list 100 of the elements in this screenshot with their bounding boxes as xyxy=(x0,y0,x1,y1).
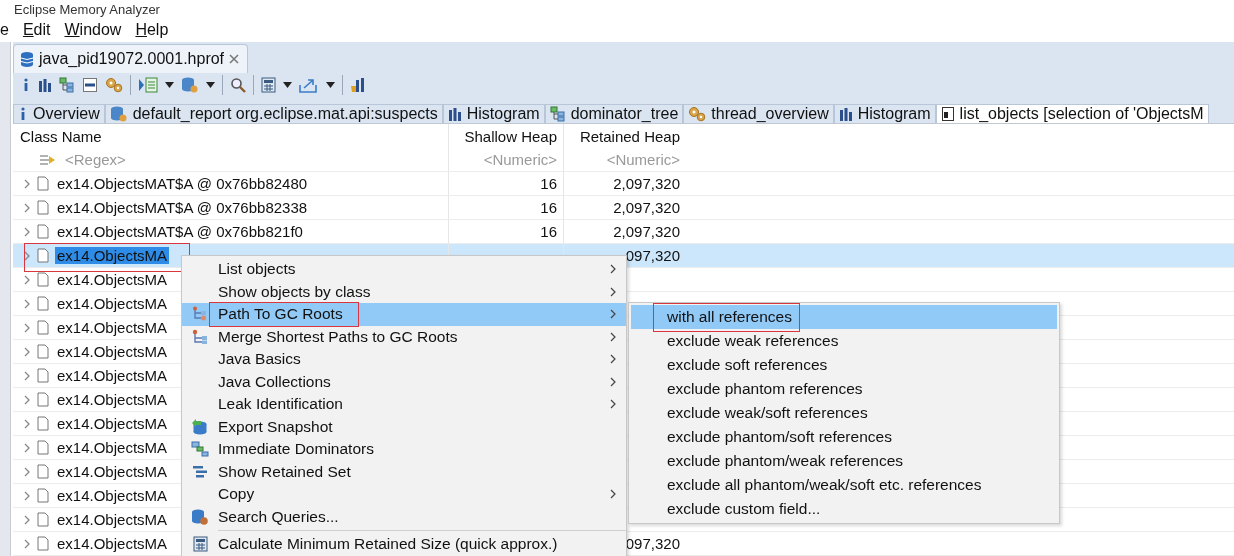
object-name[interactable]: ex14.ObjectsMA xyxy=(55,247,170,264)
object-name[interactable]: ex14.ObjectsMA xyxy=(55,439,170,456)
object-name[interactable]: ex14.ObjectsMA xyxy=(55,487,170,504)
caret-icon[interactable] xyxy=(206,82,215,88)
file-icon xyxy=(37,200,49,215)
menu-item[interactable]: Leak Identification xyxy=(182,393,626,416)
file-icon xyxy=(37,296,49,311)
result-tab[interactable]: default_report org.eclipse.mat.api:suspects xyxy=(104,104,443,123)
list-icon[interactable] xyxy=(138,77,158,93)
result-tab[interactable]: Histogram xyxy=(442,104,545,123)
menu-item[interactable]: exclude phantom/weak references xyxy=(631,449,1057,473)
menu-item[interactable]: Immediate Dominators xyxy=(182,438,626,461)
gears-icon xyxy=(105,77,123,93)
file-icon xyxy=(37,176,49,191)
table-cell: 2,097,320 xyxy=(613,175,680,192)
database-icon xyxy=(20,50,34,68)
file-icon xyxy=(37,512,49,527)
object-name[interactable]: ex14.ObjectsMAT$A @ 0x76bb82338 xyxy=(55,199,310,216)
menu-item[interactable]: exclude weak/soft references xyxy=(631,401,1057,425)
object-name[interactable]: ex14.ObjectsMA xyxy=(55,511,170,528)
object-name[interactable]: ex14.ObjectsMAT$A @ 0x76bb82480 xyxy=(55,175,310,192)
menu-item[interactable]: exclude phantom references xyxy=(631,377,1057,401)
bar-chart-icon xyxy=(38,78,52,92)
file-icon xyxy=(37,224,49,239)
menu-item[interactable]: Window xyxy=(64,21,122,39)
file-icon xyxy=(37,416,49,431)
object-name[interactable]: ex14.ObjectsMA xyxy=(55,319,170,336)
menu-item[interactable]: Java Basics xyxy=(182,348,626,371)
menu-item[interactable]: e xyxy=(0,21,9,39)
menu-item[interactable]: with all references xyxy=(631,305,1057,329)
window-title: Eclipse Memory Analyzer xyxy=(14,1,160,17)
document-icon xyxy=(940,106,955,122)
object-name[interactable]: ex14.ObjectsMA xyxy=(55,415,170,432)
object-name[interactable]: ex14.ObjectsMA xyxy=(55,535,170,552)
file-icon xyxy=(37,320,49,335)
stacked-bars-icon xyxy=(192,464,208,479)
tree-icon xyxy=(59,77,75,93)
menu-item[interactable]: Show objects by class xyxy=(182,280,626,303)
file-icon xyxy=(37,368,49,383)
menu-item[interactable]: exclude soft references xyxy=(631,353,1057,377)
export-arrow-icon[interactable] xyxy=(299,77,319,93)
table-cell: 16 xyxy=(540,223,557,240)
menu-item[interactable]: Show Retained Set xyxy=(182,460,626,483)
object-name[interactable]: ex14.ObjectsMA xyxy=(55,463,170,480)
database-gear-icon xyxy=(109,105,128,123)
file-icon xyxy=(37,392,49,407)
menu-item[interactable]: Java Collections xyxy=(182,370,626,393)
search-icon[interactable] xyxy=(230,77,246,93)
column-header[interactable]: Class Name xyxy=(13,124,449,148)
hierarchy-icon xyxy=(191,441,209,458)
menu-item[interactable]: Edit xyxy=(22,21,51,39)
object-name[interactable]: ex14.ObjectsMA xyxy=(55,271,170,288)
caret-icon[interactable] xyxy=(326,82,335,88)
table-cell: 16 xyxy=(540,199,557,216)
menu-item[interactable]: exclude custom field... xyxy=(631,497,1057,521)
table-cell: 097,320 xyxy=(625,247,680,264)
result-tab[interactable]: thread_overview xyxy=(683,104,834,123)
file-icon xyxy=(37,440,49,455)
database-gear-icon xyxy=(181,76,199,94)
object-name[interactable]: ex14.ObjectsMA xyxy=(55,367,170,384)
table-cell: 097,320 xyxy=(625,535,680,552)
menu-item[interactable]: Export Snapshot xyxy=(182,415,626,438)
menu-item[interactable]: Path To GC Roots xyxy=(182,303,626,326)
gears-icon xyxy=(688,106,707,122)
column-header[interactable]: Shallow Heap xyxy=(449,124,564,148)
file-icon xyxy=(37,464,49,479)
menu-item[interactable]: exclude phantom/soft references xyxy=(631,425,1057,449)
close-icon[interactable] xyxy=(229,54,240,64)
menu-item[interactable]: Search Queries... xyxy=(182,505,626,528)
menu-item[interactable]: List objects xyxy=(182,258,626,281)
file-icon xyxy=(37,488,49,503)
bar-chart-icon xyxy=(447,107,462,121)
caret-icon[interactable] xyxy=(165,82,174,88)
calculator-icon xyxy=(192,536,208,553)
object-name[interactable]: ex14.ObjectsMA xyxy=(55,343,170,360)
menu-item[interactable]: exclude all phantom/weak/soft etc. references xyxy=(631,473,1057,497)
menu-item[interactable]: Merge Shortest Paths to GC Roots xyxy=(182,325,626,348)
file-icon xyxy=(37,248,49,263)
object-name[interactable]: ex14.ObjectsMA xyxy=(55,295,170,312)
editor-tab[interactable]: java_pid19072.0001.hprof xyxy=(13,44,249,73)
menu-item[interactable]: Copy xyxy=(182,483,626,506)
database-gear-icon xyxy=(191,507,209,526)
menu-item[interactable]: exclude weak references xyxy=(631,329,1057,353)
menu-item[interactable]: Help xyxy=(135,21,169,39)
caret-icon[interactable] xyxy=(283,82,292,88)
tree-icon xyxy=(549,106,566,122)
bar-chart-icon xyxy=(838,107,853,121)
bar-chart-icon[interactable] xyxy=(350,77,366,93)
result-tab[interactable]: Histogram xyxy=(833,104,936,123)
calculator-icon xyxy=(261,77,276,93)
database-arrow-icon xyxy=(191,417,209,436)
menu-item[interactable]: Calculate Minimum Retained Size (quick approx.) xyxy=(182,533,626,556)
result-tab[interactable]: Overview xyxy=(13,104,105,123)
result-tab[interactable]: list_objects [selection of 'ObjectsM xyxy=(935,104,1209,123)
object-name[interactable]: ex14.ObjectsMAT$A @ 0x76bb821f0 xyxy=(55,223,305,240)
column-header[interactable]: Retained Heap xyxy=(564,124,686,148)
tree-path-icon xyxy=(192,306,208,323)
result-tab[interactable]: dominator_tree xyxy=(544,104,684,123)
table-cell: 2,097,320 xyxy=(613,199,680,216)
object-name[interactable]: ex14.ObjectsMA xyxy=(55,391,170,408)
